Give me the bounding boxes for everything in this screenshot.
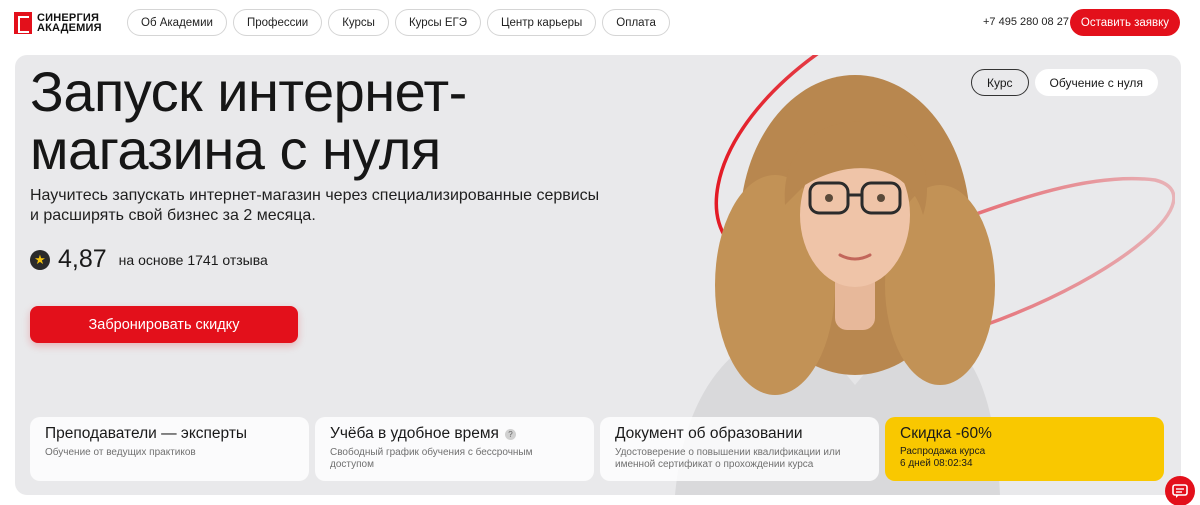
site-header: СИНЕРГИЯ АКАДЕМИЯ Об Академии Профессии … <box>0 0 1200 48</box>
logo[interactable]: СИНЕРГИЯ АКАДЕМИЯ <box>14 12 102 34</box>
star-icon: ★ <box>30 249 50 270</box>
nav-item-about[interactable]: Об Академии <box>127 9 227 36</box>
card-desc: Свободный график обучения с бессрочным д… <box>330 447 533 470</box>
card-title: Учёба в удобное время <box>330 425 499 442</box>
feature-card-experts: Преподаватели — эксперты Обучение от вед… <box>30 417 309 481</box>
card-desc: Обучение от ведущих практиков <box>45 447 196 458</box>
book-discount-button[interactable]: Забронировать скидку <box>30 306 298 343</box>
leave-request-button[interactable]: Оставить заявку <box>1070 9 1180 36</box>
card-title: Преподаватели — эксперты <box>45 425 248 442</box>
feature-card-schedule: Учёба в удобное время ? Свободный график… <box>315 417 594 481</box>
rating-reviews-text[interactable]: на основе 1741 отзыва <box>119 252 268 268</box>
chat-icon[interactable] <box>1165 476 1195 505</box>
nav-item-courses[interactable]: Курсы <box>328 9 389 36</box>
feature-cards: Преподаватели — эксперты Обучение от вед… <box>30 417 1164 481</box>
discount-card[interactable]: Скидка -60% Распродажа курса 6 дней 08:0… <box>885 417 1164 481</box>
tag-from-scratch: Обучение с нуля <box>1034 69 1158 96</box>
tag-course: Курс <box>971 69 1029 96</box>
card-desc: Удостоверение о повышении квалификации и… <box>615 447 841 470</box>
rating-block: ★ 4,87 на основе 1741 отзыва <box>30 245 268 274</box>
page-subtitle: Научитесь запускать интернет-магазин чер… <box>30 187 600 224</box>
feature-card-document: Документ об образовании Удостоверение о … <box>600 417 879 481</box>
nav-item-professions[interactable]: Профессии <box>232 9 323 36</box>
discount-timer: 6 дней 08:02:34 <box>900 458 973 469</box>
chat-bubble-icon <box>1172 484 1188 498</box>
hero-section: Запуск интернет-магазина с нуля Научитес… <box>15 55 1181 495</box>
nav-item-ege-courses[interactable]: Курсы ЕГЭ <box>394 9 482 36</box>
discount-sale-text: Распродажа курса <box>900 446 986 457</box>
main-nav: Об Академии Профессии Курсы Курсы ЕГЭ Це… <box>127 9 670 36</box>
phone-link[interactable]: +7 495 280 08 27 <box>983 16 1069 28</box>
course-tags: Курс Обучение с нуля <box>971 69 1158 96</box>
nav-item-career-center[interactable]: Центр карьеры <box>487 9 597 36</box>
synergy-logo-icon <box>14 12 32 34</box>
page-title: Запуск интернет-магазина с нуля <box>30 60 467 181</box>
nav-item-payment[interactable]: Оплата <box>602 9 670 36</box>
rating-value: 4,87 <box>58 245 107 273</box>
discount-title: Скидка -60% <box>900 425 992 442</box>
card-title: Документ об образовании <box>615 425 803 442</box>
logo-line-2: АКАДЕМИЯ <box>37 22 102 34</box>
question-icon[interactable]: ? <box>504 428 516 440</box>
